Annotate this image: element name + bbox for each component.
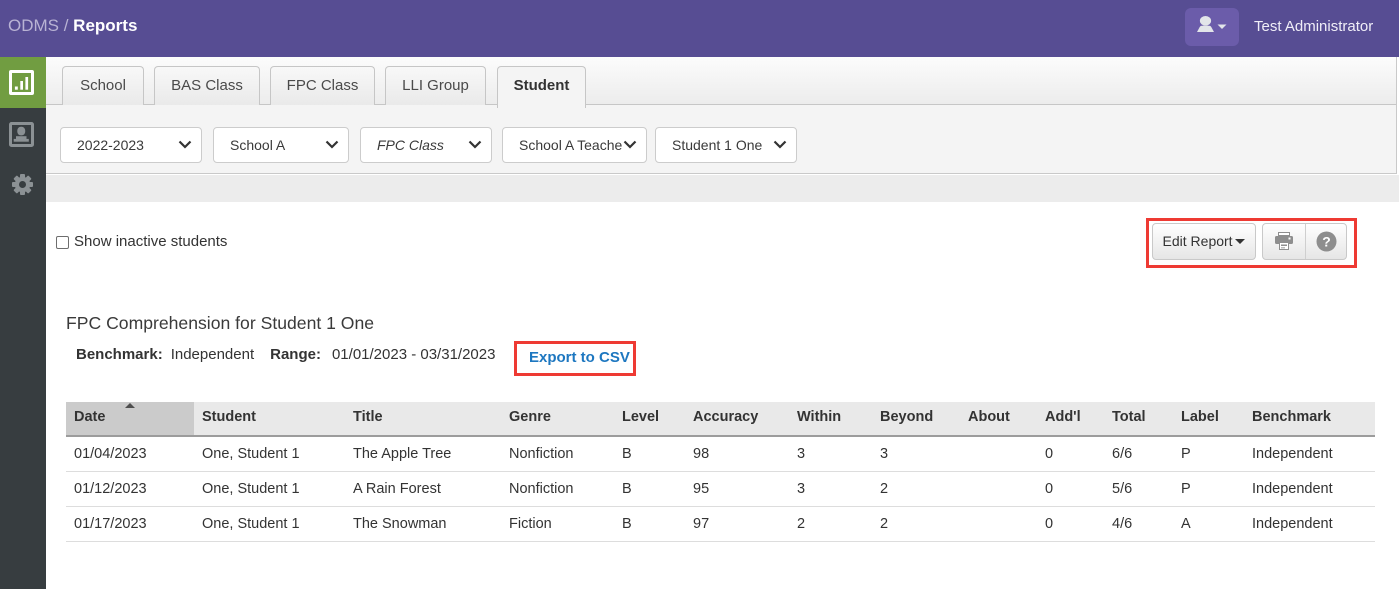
svg-text:?: ? [1322,234,1331,250]
